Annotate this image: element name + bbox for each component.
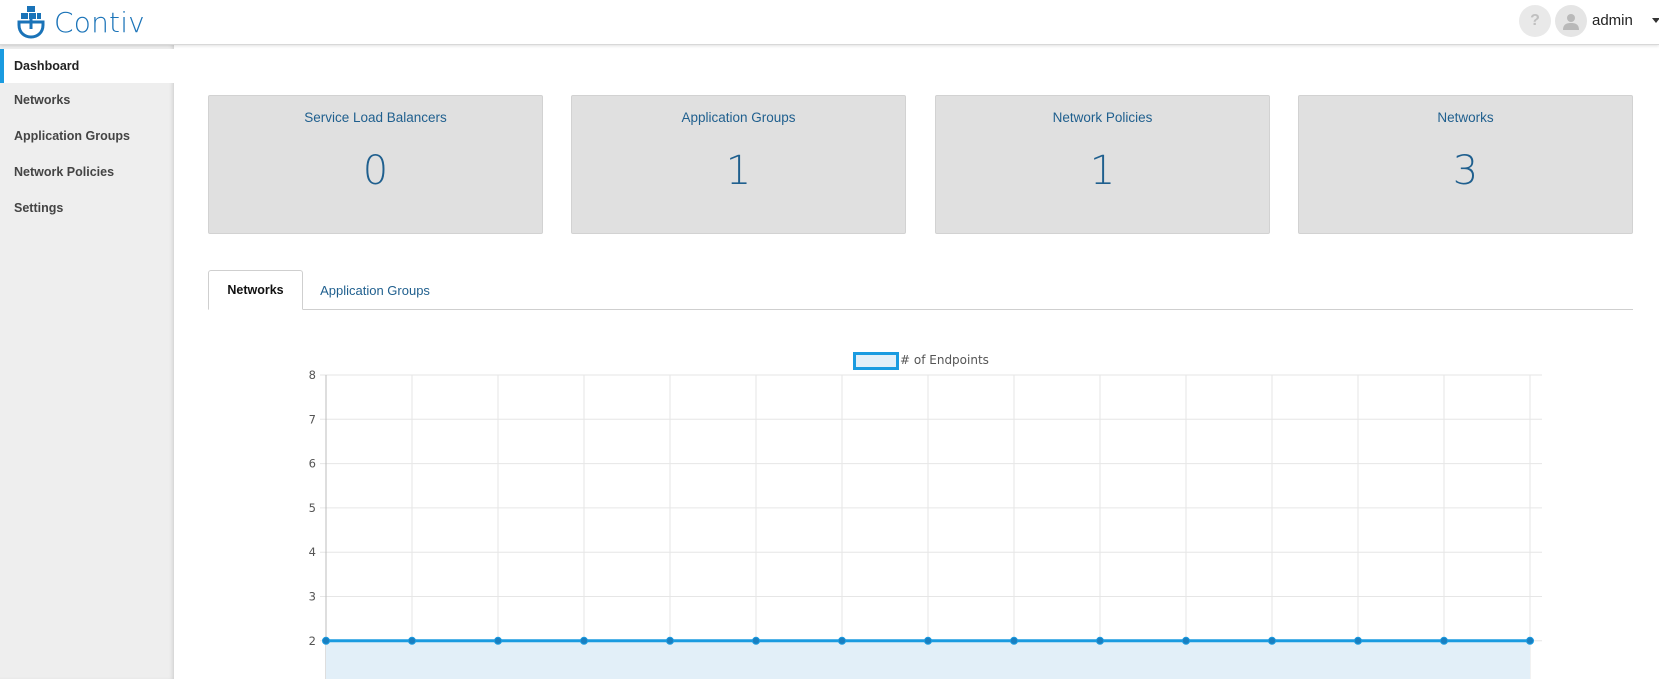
card-value: 3 xyxy=(1452,148,1479,194)
tab-application-groups[interactable]: Application Groups xyxy=(310,270,440,310)
data-point xyxy=(924,636,932,645)
card-title: Networks xyxy=(1437,110,1494,125)
y-tick-label: 3 xyxy=(309,590,316,604)
question-icon: ? xyxy=(1530,12,1540,29)
user-menu-label[interactable]: admin xyxy=(1592,12,1633,29)
data-point xyxy=(1182,636,1190,645)
data-point xyxy=(408,636,416,645)
data-point xyxy=(322,636,330,645)
series-area xyxy=(326,640,1530,684)
contiv-logo-icon xyxy=(17,6,45,39)
user-icon xyxy=(1563,14,1579,30)
card-application-groups[interactable]: Application Groups 1 xyxy=(571,95,906,234)
data-point xyxy=(752,636,760,645)
sidebar-item-dashboard[interactable]: Dashboard xyxy=(0,49,174,83)
sidebar-item-application-groups[interactable]: Application Groups xyxy=(0,119,174,153)
sidebar-item-network-policies[interactable]: Network Policies xyxy=(0,155,174,189)
sidebar-item-networks[interactable]: Networks xyxy=(0,83,174,117)
sidebar-item-settings[interactable]: Settings xyxy=(0,191,174,225)
card-value: 1 xyxy=(1089,148,1116,194)
brand[interactable]: Contiv xyxy=(16,3,145,41)
y-tick-label: 5 xyxy=(309,501,316,515)
y-tick-label: 2 xyxy=(309,634,316,648)
data-point xyxy=(1354,636,1362,645)
card-network-policies[interactable]: Network Policies 1 xyxy=(935,95,1270,234)
data-point xyxy=(838,636,846,645)
card-value: 0 xyxy=(362,148,389,194)
endpoints-chart: 8 7 6 5 4 3 2 xyxy=(280,340,1580,684)
card-value: 1 xyxy=(725,148,752,194)
data-point xyxy=(1010,636,1018,645)
card-title: Application Groups xyxy=(681,110,796,125)
y-tick-label: 7 xyxy=(309,412,316,426)
top-header: Contiv ? admin xyxy=(0,0,1659,45)
app-title: Contiv xyxy=(54,5,145,39)
sidebar: Dashboard Networks Application Groups Ne… xyxy=(0,45,174,679)
data-point xyxy=(1096,636,1104,645)
tab-networks[interactable]: Networks xyxy=(208,270,303,310)
card-title: Network Policies xyxy=(1052,110,1153,125)
data-point xyxy=(580,636,588,645)
card-title: Service Load Balancers xyxy=(304,110,447,125)
y-tick-label: 8 xyxy=(309,368,316,382)
y-tick-label: 6 xyxy=(309,457,316,471)
y-tick-label: 4 xyxy=(309,545,316,559)
data-point xyxy=(1526,636,1534,645)
avatar[interactable] xyxy=(1555,5,1587,37)
data-point xyxy=(1440,636,1448,645)
data-point xyxy=(666,636,674,645)
card-networks[interactable]: Networks 3 xyxy=(1298,95,1633,234)
card-service-load-balancers[interactable]: Service Load Balancers 0 xyxy=(208,95,543,234)
help-button[interactable]: ? xyxy=(1519,5,1551,37)
data-point xyxy=(494,636,502,645)
chevron-down-icon[interactable] xyxy=(1652,18,1659,23)
data-point xyxy=(1268,636,1276,645)
endpoints-chart-svg: 8 7 6 5 4 3 2 xyxy=(309,368,1542,684)
